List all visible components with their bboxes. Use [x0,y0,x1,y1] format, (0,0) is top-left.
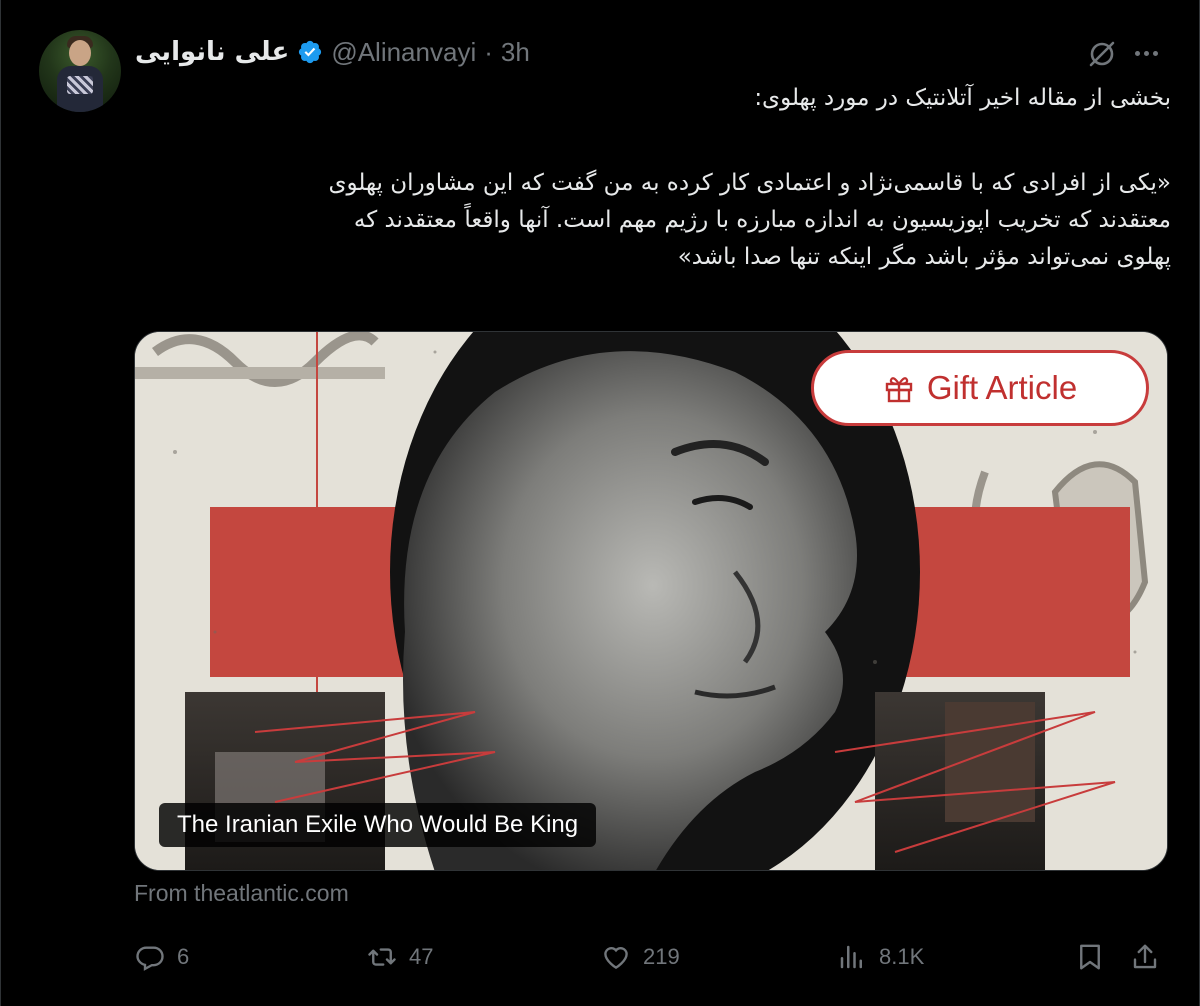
timestamp[interactable]: 3h [501,37,530,68]
avatar-shirt-print [67,76,93,94]
more-icon[interactable] [1129,38,1163,68]
bookmark-icon [1080,944,1100,970]
tweet-text-line: معتقدند که تخریب اپوزیسیون به اندازه مبا… [353,207,1171,233]
repost-count: 47 [409,944,434,969]
tweet-text-line: پهلوی نمی‌تواند مؤثر باشد مگر اینکه تنها… [677,244,1171,270]
avatar[interactable] [39,30,121,112]
link-card[interactable]: Gift Article The Iranian Exile Who Would… [134,331,1168,871]
share-icon [1133,944,1157,969]
repost-icon [368,948,396,966]
like-button[interactable]: 219 [601,937,680,977]
separator-dot: · [484,36,493,67]
share-button[interactable] [1130,937,1160,977]
like-icon [604,947,628,970]
avatar-head [69,40,91,66]
gift-article-button[interactable]: Gift Article [811,350,1149,426]
card-title[interactable]: The Iranian Exile Who Would Be King [159,803,597,847]
tweet-actions: 6 47 219 8.1K [135,937,1165,977]
gift-icon [885,377,913,403]
more-dot [1152,50,1158,56]
tweet-text-line: «یکی از افرادی که با قاسمی‌نژاد و اعتماد… [328,170,1171,196]
card-source[interactable]: From theatlantic.com [134,880,349,907]
author-handle[interactable]: @Alinanvayi [331,37,476,68]
views-count: 8.1K [879,944,925,969]
verified-icon [299,40,322,64]
more-dot [1134,50,1140,56]
author-name[interactable]: علی نانوایی [135,37,289,67]
bookmark-button[interactable] [1075,937,1105,977]
views-button[interactable]: 8.1K [837,937,924,977]
views-icon [840,945,862,969]
tweet-text-line: بخشی از مقاله اخیر آتلانتیک در مورد پهلو… [754,85,1171,111]
tweet[interactable]: علی نانوایی @Alinanvayi · 3h بخشی از مقا… [0,0,1200,1006]
more-dot [1143,50,1149,56]
grok-icon[interactable] [1086,38,1118,70]
gift-article-label: Gift Article [926,369,1078,406]
reply-button[interactable]: 6 [135,937,189,977]
tweet-header: علی نانوایی @Alinanvayi · 3h [135,32,530,72]
reply-count: 6 [177,944,190,969]
like-count: 219 [643,944,680,969]
tweet-text: بخشی از مقاله اخیر آتلانتیک در مورد پهلو… [135,80,1171,276]
reply-icon [136,946,164,971]
repost-button[interactable]: 47 [367,937,433,977]
